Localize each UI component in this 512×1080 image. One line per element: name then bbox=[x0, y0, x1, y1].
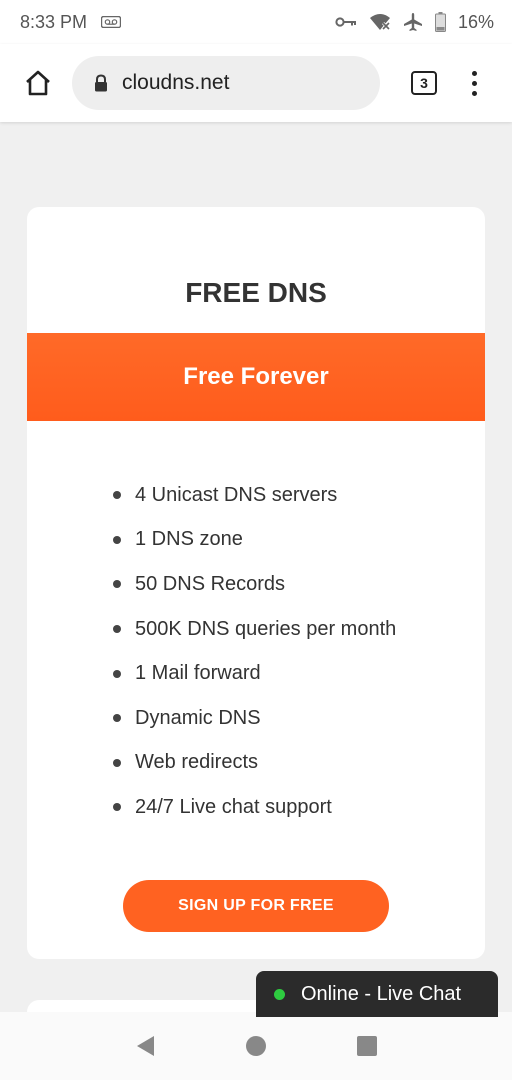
plan-title: FREE DNS bbox=[185, 277, 327, 308]
feature-label: 50 DNS Records bbox=[135, 572, 286, 595]
feature-item: 500K DNS queries per month bbox=[113, 607, 396, 652]
recents-button[interactable] bbox=[343, 1022, 391, 1070]
lock-icon bbox=[95, 74, 107, 92]
status-time: 8:33 PM bbox=[20, 11, 88, 32]
pricing-card: FREE DNS Free Forever 4 Unicast DNS serv… bbox=[27, 207, 485, 959]
battery-icon bbox=[434, 12, 446, 32]
key-icon bbox=[335, 16, 357, 28]
home-icon bbox=[26, 70, 50, 96]
back-button[interactable] bbox=[121, 1022, 169, 1070]
bullet-icon bbox=[113, 803, 121, 812]
airplane-icon bbox=[403, 12, 423, 32]
bullet-icon bbox=[113, 625, 121, 634]
bullet-icon bbox=[113, 535, 121, 544]
feature-label: 4 Unicast DNS servers bbox=[135, 483, 338, 506]
live-chat-button[interactable]: Online - Live Chat bbox=[256, 971, 498, 1017]
battery-level: 16% bbox=[457, 11, 494, 32]
feature-item: 1 Mail forward bbox=[113, 651, 396, 696]
feature-label: 500K DNS queries per month bbox=[135, 617, 397, 640]
sign-up-label: SIGN UP FOR FREE bbox=[178, 897, 334, 914]
feature-label: 1 Mail forward bbox=[135, 662, 261, 685]
more-vert-icon[interactable] bbox=[460, 63, 488, 103]
feature-list: 4 Unicast DNS servers 1 DNS zone 50 DNS … bbox=[113, 473, 396, 830]
live-chat-label: Online - Live Chat bbox=[301, 982, 462, 1005]
plan-banner: Free Forever bbox=[27, 333, 485, 421]
feature-label: Dynamic DNS bbox=[135, 706, 261, 729]
feature-label: 24/7 Live chat support bbox=[135, 795, 332, 818]
feature-item: Web redirects bbox=[113, 741, 396, 786]
feature-item: 1 DNS zone bbox=[113, 518, 396, 563]
tabs-button[interactable]: 3 bbox=[404, 63, 444, 103]
recents-icon bbox=[356, 1036, 377, 1056]
status-bar: 8:33 PM 16% bbox=[0, 0, 512, 44]
home-button[interactable] bbox=[18, 63, 58, 103]
tabs-icon: 3 bbox=[411, 71, 437, 95]
bullet-icon bbox=[113, 758, 121, 767]
feature-item: 24/7 Live chat support bbox=[113, 785, 396, 830]
bullet-icon bbox=[113, 669, 121, 678]
bullet-icon bbox=[113, 491, 121, 500]
tab-count: 3 bbox=[420, 75, 428, 91]
bullet-icon bbox=[113, 580, 121, 589]
url-text: cloudns.net bbox=[122, 71, 230, 94]
address-bar[interactable]: cloudns.net bbox=[72, 56, 380, 110]
feature-item: 4 Unicast DNS servers bbox=[113, 473, 396, 518]
plan-banner-text: Free Forever bbox=[183, 363, 329, 390]
online-status-icon bbox=[274, 988, 285, 1000]
feature-label: 1 DNS zone bbox=[135, 528, 243, 551]
wifi-off-icon bbox=[369, 13, 391, 31]
system-nav-bar bbox=[0, 1012, 512, 1080]
feature-item: 50 DNS Records bbox=[113, 562, 396, 607]
home-nav-button[interactable] bbox=[232, 1022, 280, 1070]
browser-toolbar: cloudns.net 3 bbox=[0, 44, 512, 122]
home-circle-icon bbox=[245, 1036, 266, 1056]
sign-up-button[interactable]: SIGN UP FOR FREE bbox=[123, 880, 389, 932]
feature-label: Web redirects bbox=[135, 751, 259, 774]
feature-item: Dynamic DNS bbox=[113, 696, 396, 741]
bullet-icon bbox=[113, 714, 121, 723]
voicemail-icon bbox=[101, 16, 122, 28]
back-icon bbox=[137, 1036, 155, 1056]
